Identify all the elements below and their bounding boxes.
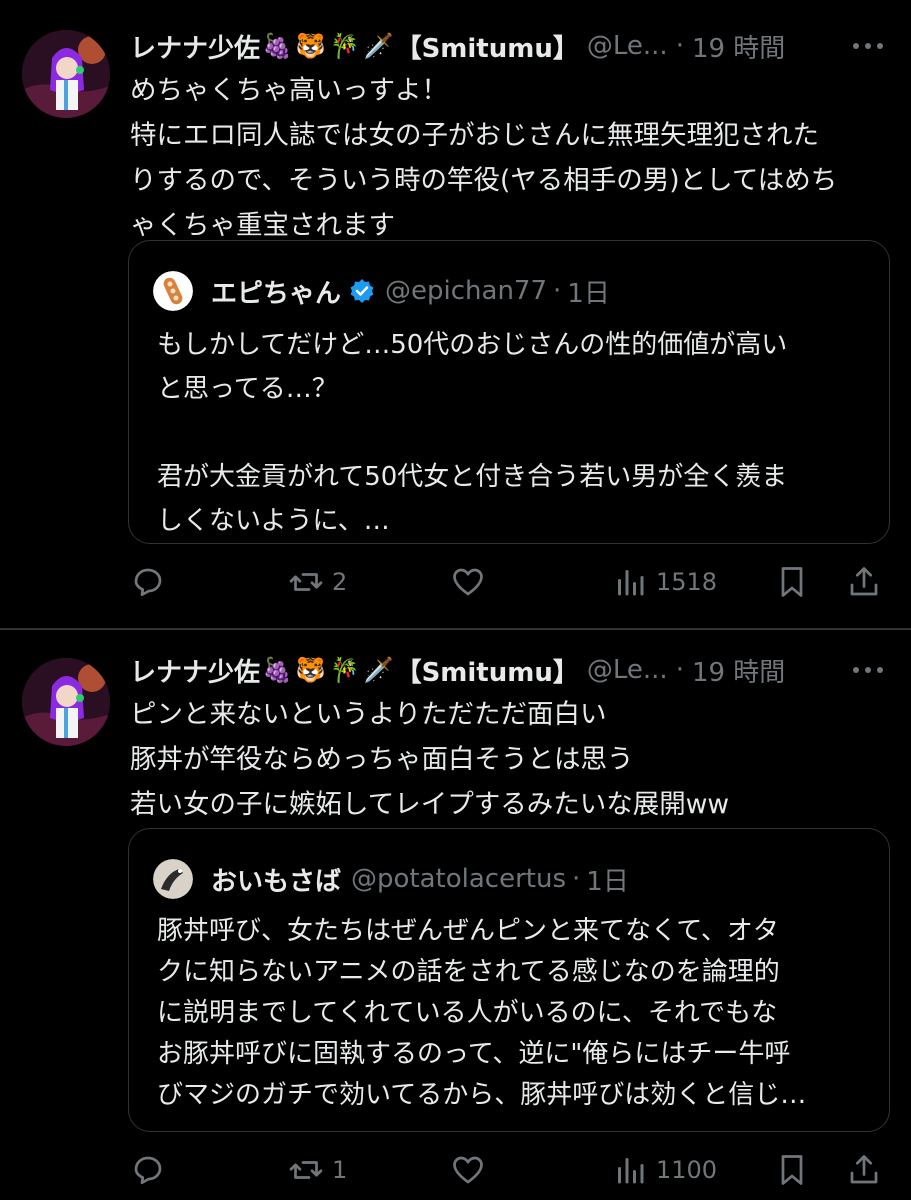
separator-dot: · (572, 864, 581, 894)
share-icon (850, 1155, 878, 1184)
views-icon (618, 570, 644, 596)
quote-text: 豚丼呼び、女たちはぜんぜんピンと来てなくて、オタ クに知らないアニメの話をされて… (157, 911, 867, 1116)
avatar[interactable] (22, 658, 110, 746)
like-icon (453, 568, 483, 596)
quote-header: おいもさば @potatolacertus · 1日 (211, 859, 629, 899)
like-button[interactable] (450, 560, 494, 604)
action-bar: 1 1100 (128, 1148, 888, 1192)
author-suffix[interactable]: 【Smitumu】 (396, 28, 579, 65)
tweet[interactable]: レナナ少佐 🍇 🐯 🎋 🗡️ 【Smitumu】 @Le... · 19 時間 … (0, 0, 911, 628)
bookmark-button[interactable] (774, 1148, 810, 1192)
author-handle[interactable]: @Le... (587, 655, 668, 685)
author-suffix[interactable]: 【Smitumu】 (396, 652, 579, 689)
quoted-tweet[interactable]: おいもさば @potatolacertus · 1日 豚丼呼び、女たちはぜんぜん… (128, 828, 890, 1132)
quote-text-line: お豚丼呼びに固執するのって、逆に"俺らにはチー牛呼 (157, 1039, 791, 1069)
quoted-tweet[interactable]: エピちゃん @epichan77 · 1日 もしかしてだけど…50代のおじさんの… (128, 240, 890, 544)
more-icon[interactable] (851, 660, 885, 680)
tweet-text-line: めちゃくちゃ高いっすよ！ (130, 75, 448, 106)
author-name[interactable]: レナナ少佐 (130, 28, 260, 65)
bookmark-icon (781, 1155, 803, 1185)
views-count: 1100 (656, 1156, 718, 1184)
quote-text-line: 君が大金貢がれて50代女と付き合う若い男が全く羨ま (157, 462, 788, 492)
grapes-emoji: 🍇 (262, 656, 292, 684)
retweet-icon (289, 573, 323, 591)
share-button[interactable] (846, 560, 882, 604)
retweet-count: 1 (332, 1156, 348, 1184)
like-button[interactable] (450, 1148, 494, 1192)
retweet-icon (289, 1161, 323, 1179)
separator-dot: · (675, 31, 684, 61)
quote-text-line: しくないように、… (157, 506, 390, 536)
tweet-text-line: 特にエロ同人誌では女の子がおじさんに無理矢理犯された (130, 120, 819, 151)
views-button[interactable]: 1518 (612, 560, 717, 604)
quote-author-name[interactable]: エピちゃん (211, 273, 341, 310)
reply-icon (134, 568, 162, 597)
tanabata-emoji: 🎋 (329, 656, 360, 684)
bookmark-button[interactable] (774, 560, 810, 604)
quote-text-line: と思ってる…？ (157, 374, 338, 404)
bookmark-icon (781, 567, 803, 597)
tweet-text-line: りするので、そういう時の竿役(ヤる相手の男)としてはめち (130, 165, 838, 196)
tweet-text: めちゃくちゃ高いっすよ！ 特にエロ同人誌では女の子がおじさんに無理矢理犯された … (130, 68, 890, 248)
author-handle[interactable]: @Le... (587, 31, 668, 61)
grapes-emoji: 🍇 (262, 32, 292, 60)
author-name[interactable]: レナナ少佐 (130, 652, 260, 689)
quote-timestamp[interactable]: 1日 (567, 273, 610, 310)
action-bar: 2 1518 (128, 560, 888, 604)
tanabata-emoji: 🎋 (329, 32, 360, 60)
dagger-emoji: 🗡️ (363, 32, 394, 60)
timestamp[interactable]: 19 時間 (692, 652, 785, 689)
quote-avatar[interactable] (153, 271, 193, 311)
timestamp[interactable]: 19 時間 (692, 28, 785, 65)
separator-dot: · (553, 276, 562, 306)
share-button[interactable] (846, 1148, 882, 1192)
tweet-header: レナナ少佐 🍇 🐯 🎋 🗡️ 【Smitumu】 @Le... · 19 時間 (130, 652, 785, 688)
quote-author-name[interactable]: おいもさば (211, 861, 341, 898)
share-icon (850, 567, 878, 596)
quote-text-line: 豚丼呼び、女たちはぜんぜんピンと来てなくて、オタ (157, 916, 779, 946)
tweet-text-line: ピンと来ないというよりただただ面白い (130, 699, 607, 730)
views-count: 1518 (656, 568, 718, 596)
tweet-text: ピンと来ないというよりただただ面白い 豚丼が竿役ならめっちゃ面白そうとは思う 若… (130, 692, 890, 827)
quote-timestamp[interactable]: 1日 (586, 861, 629, 898)
tweet-header: レナナ少佐 🍇 🐯 🎋 🗡️ 【Smitumu】 @Le... · 19 時間 (130, 28, 785, 64)
quote-text-line (157, 411, 867, 455)
tweet[interactable]: レナナ少佐 🍇 🐯 🎋 🗡️ 【Smitumu】 @Le... · 19 時間 … (0, 630, 911, 1200)
quote-text-line: に説明までしてくれている人がいるのに、それでもな (157, 998, 778, 1028)
more-icon[interactable] (851, 36, 885, 56)
avatar[interactable] (22, 30, 110, 118)
retweet-count: 2 (332, 568, 348, 596)
retweet-button[interactable]: 2 (288, 560, 347, 604)
reply-icon (134, 1156, 162, 1185)
quote-header: エピちゃん @epichan77 · 1日 (211, 271, 610, 311)
quote-text-line: びマジのガチで効いてるから、豚丼呼びは効くと信じ… (157, 1080, 807, 1110)
like-icon (453, 1156, 483, 1184)
reply-button[interactable] (130, 560, 174, 604)
tweet-text-line: 豚丼が竿役ならめっちゃ面白そうとは思う (130, 744, 634, 775)
reply-button[interactable] (130, 1148, 174, 1192)
quote-author-handle[interactable]: @epichan77 (385, 276, 547, 306)
tweet-text-line: 若い女の子に嫉妬してレイプするみたいな展開ww (130, 789, 730, 820)
quote-avatar[interactable] (153, 859, 193, 899)
quote-text-line: もしかしてだけど…50代のおじさんの性的価値が高い (157, 330, 788, 360)
quote-text-line: クに知らないアニメの話をされてる感じなのを論理的 (157, 957, 780, 987)
views-button[interactable]: 1100 (612, 1148, 717, 1192)
quote-author-handle[interactable]: @potatolacertus (351, 864, 566, 894)
retweet-button[interactable]: 1 (288, 1148, 347, 1192)
tiger-emoji: 🐯 (295, 656, 326, 684)
verified-icon (350, 279, 374, 303)
views-icon (618, 1158, 644, 1184)
dagger-emoji: 🗡️ (363, 656, 394, 684)
quote-text: もしかしてだけど…50代のおじさんの性的価値が高い と思ってる…？ 君が大金貢が… (157, 323, 867, 543)
tiger-emoji: 🐯 (295, 32, 326, 60)
separator-dot: · (675, 655, 684, 685)
